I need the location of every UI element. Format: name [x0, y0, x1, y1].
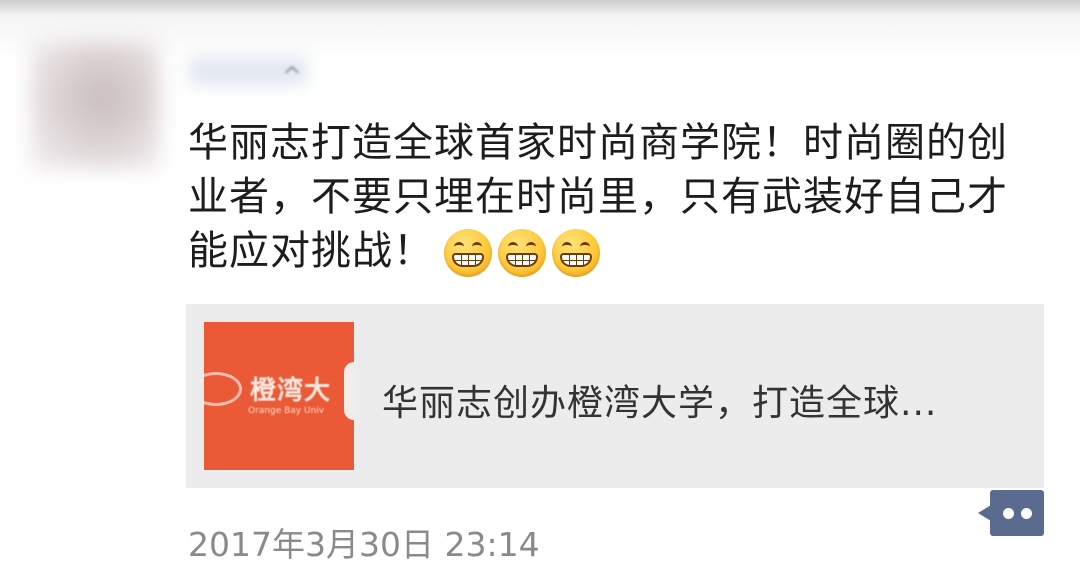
- thumbnail-title: 橙湾大: [250, 376, 332, 406]
- grin-emoji-icon: [444, 229, 492, 277]
- moments-post-view: ^ 华丽志打造全球首家时尚商学院！时尚圈的创业者，不要只埋在时尚里，只有武装好自…: [0, 0, 1080, 581]
- dot-icon: [1021, 508, 1032, 519]
- thumbnail-overlay: [344, 362, 354, 420]
- dot-icon: [1003, 508, 1014, 519]
- post-timestamp: 2017年3月30日 23:14: [188, 525, 540, 564]
- emoji-row: [444, 229, 600, 277]
- top-shadow: [0, 0, 1080, 14]
- link-thumbnail: 橙湾大 Orange Bay Univ: [204, 322, 354, 470]
- comment-bubble-icon: [990, 490, 1044, 536]
- post-body: 华丽志打造全球首家时尚商学院！时尚圈的创业者，不要只埋在时尚里，只有武装好自己才…: [188, 116, 1048, 278]
- caret-icon: ^: [282, 62, 303, 90]
- link-title: 华丽志创办橙湾大学，打造全球...: [382, 383, 938, 424]
- shared-link-card[interactable]: 橙湾大 Orange Bay Univ 华丽志创办橙湾大学，打造全球...: [186, 304, 1044, 488]
- grin-emoji-icon: [552, 229, 600, 277]
- grin-emoji-icon: [498, 229, 546, 277]
- avatar[interactable]: [30, 40, 160, 170]
- logo-ring-icon: [204, 372, 242, 406]
- comment-more-button[interactable]: [978, 490, 1044, 536]
- thumbnail-subtitle: Orange Bay Univ: [248, 406, 325, 416]
